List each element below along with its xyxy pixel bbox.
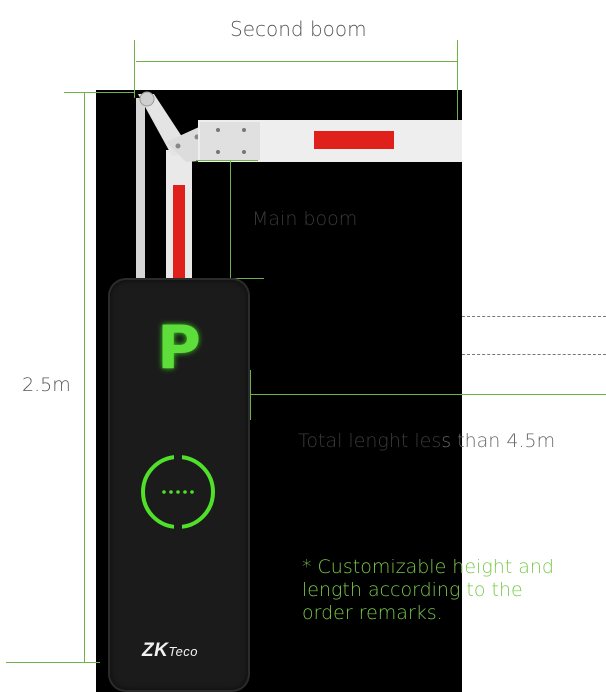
note-line-1-b: height and <box>446 556 554 578</box>
note-line-3: order remarks. <box>302 602 443 624</box>
second-boom-stripe <box>314 131 394 149</box>
note-line-1-a: * Customizable <box>302 556 447 578</box>
support-rod <box>136 98 145 282</box>
total-length-leader-tick <box>250 370 251 420</box>
customization-note: * Customizable height and length accordi… <box>302 556 602 625</box>
collar-bolt-4 <box>242 150 246 154</box>
height-dimension-top-tick <box>64 92 134 93</box>
height-dimension-line <box>84 92 85 662</box>
collar-bolt-3 <box>216 150 220 154</box>
barrier-cabinet: P ZKTeco <box>108 278 250 692</box>
boom-collar <box>200 122 260 160</box>
note-line-1: * Customizable height and <box>302 556 602 579</box>
brand-logo-teco: Teco <box>168 644 199 659</box>
note-line-2: length according to the <box>302 579 602 602</box>
total-length-label-part1: Total lenght les <box>298 430 442 452</box>
parking-sign-letter: P <box>157 313 201 383</box>
circle-dotted-icon <box>141 454 215 530</box>
brand-logo-zk: ZK <box>142 640 169 661</box>
height-label: 2.5m <box>22 374 71 396</box>
knuckle-bolt <box>175 143 181 149</box>
note-line-2-a: length accord <box>302 579 432 601</box>
collar-bolt <box>216 128 220 132</box>
main-boom-label: Main boom <box>252 208 358 230</box>
pivot-joint <box>139 91 155 107</box>
second-boom-label: Second boom <box>230 17 367 41</box>
reference-dashed-line-1 <box>462 316 606 317</box>
total-length-label: Total lenght less than 4.5m <box>298 430 555 452</box>
collar-bolt-2 <box>242 128 246 132</box>
reference-dashed-line-2 <box>462 354 606 355</box>
height-dimension-bottom-tick <box>6 662 100 663</box>
note-line-2-b: ing to the <box>431 579 523 601</box>
brand-logo: ZKTeco <box>142 640 198 662</box>
main-boom-stripe <box>173 185 185 280</box>
second-boom-dimension-right-tick <box>457 40 458 120</box>
main-boom-dimension-top-tick <box>196 160 258 161</box>
total-length-label-part2: s than 4.5m <box>441 430 556 452</box>
second-boom-dimension-left-tick <box>134 40 135 98</box>
main-boom-dimension-line <box>230 160 231 280</box>
second-boom-dimension-line <box>136 61 458 62</box>
total-length-leader-line <box>250 394 606 395</box>
